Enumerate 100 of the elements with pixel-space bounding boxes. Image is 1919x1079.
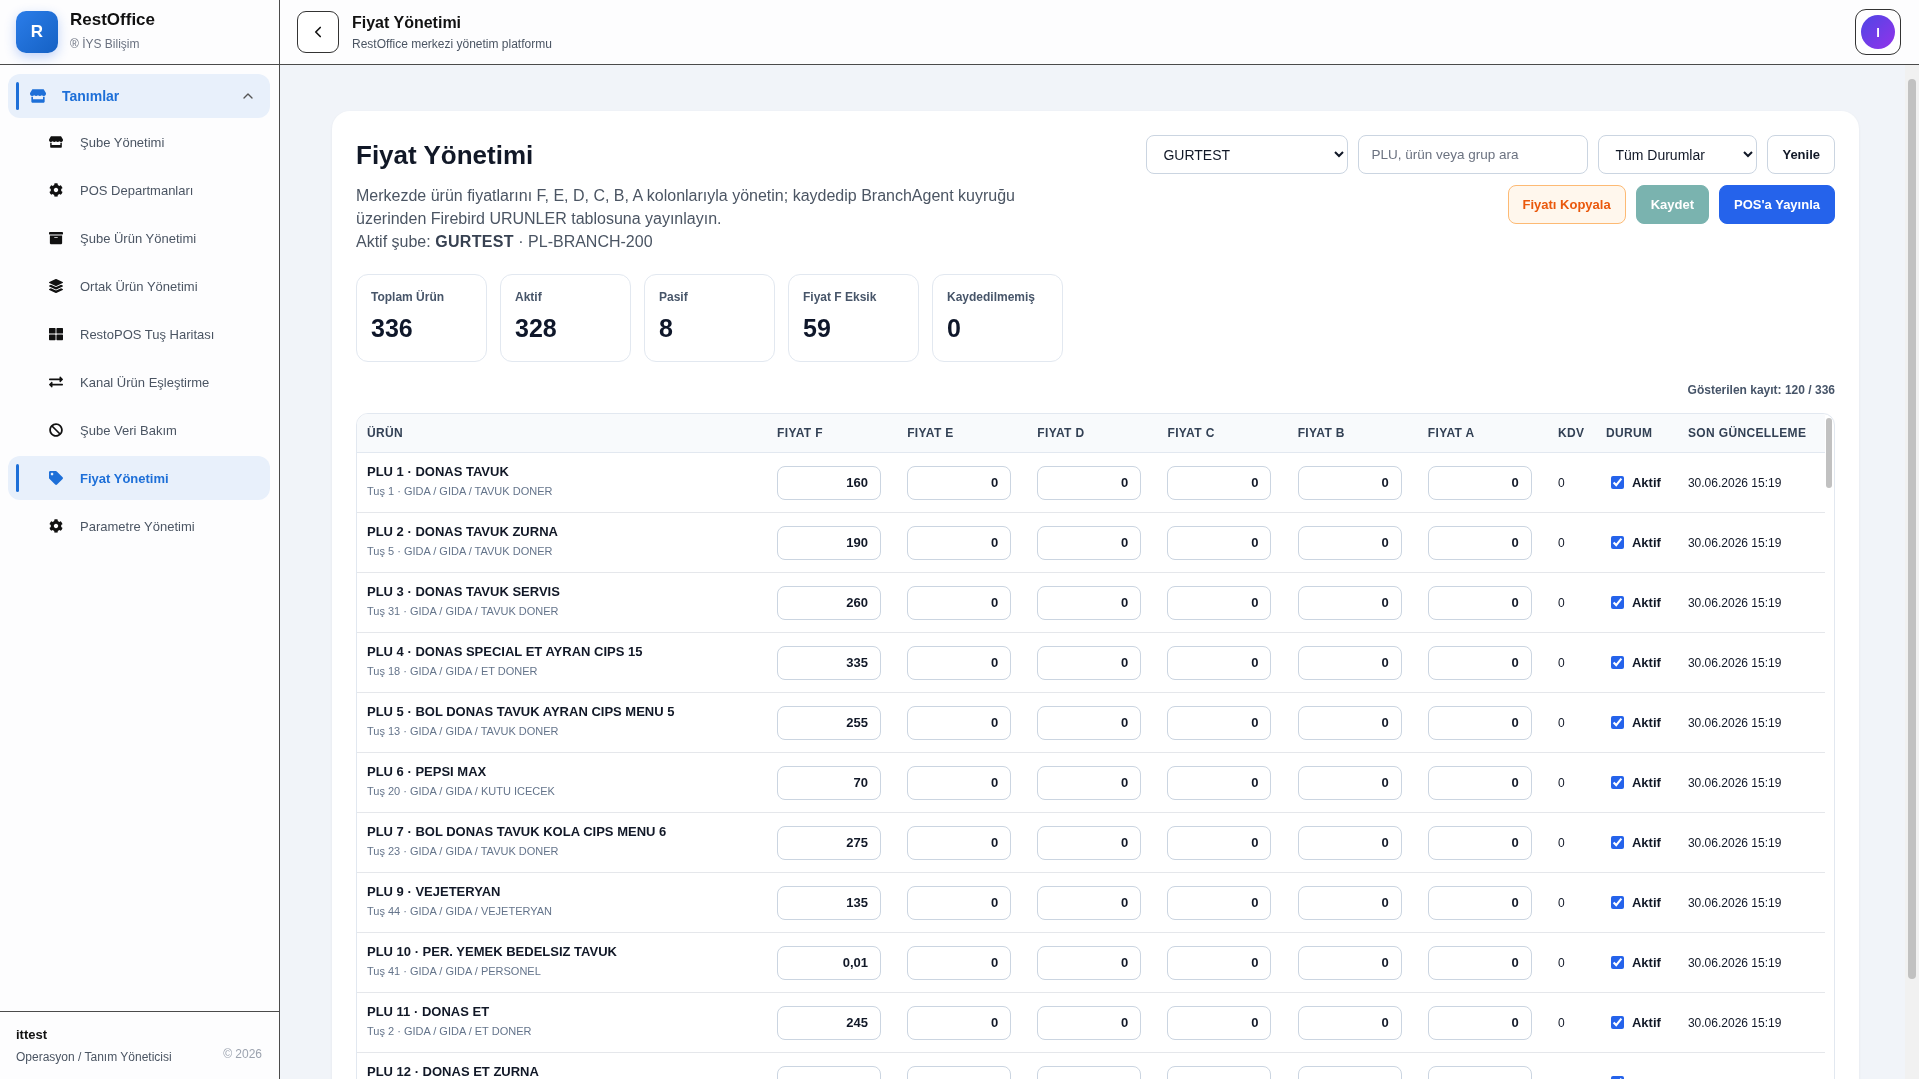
archive-box-icon: [49, 231, 63, 245]
price-input[interactable]: 0: [1297, 885, 1402, 920]
price-input[interactable]: 0: [1167, 1005, 1272, 1040]
product-name: PLU 4 · DONAS SPECIAL ET AYRAN CIPS 15: [367, 644, 644, 660]
price-input[interactable]: 0: [907, 1005, 1012, 1040]
price-input[interactable]: 260: [777, 585, 881, 620]
price-input[interactable]: 0: [1297, 645, 1402, 680]
price-input[interactable]: 0: [1427, 885, 1532, 920]
product-name: PLU 3 · DONAS TAVUK SERVIS: [367, 584, 561, 600]
price-input[interactable]: 0: [907, 945, 1012, 980]
nav-item[interactable]: RestoPOS Tuş Haritası: [8, 312, 270, 356]
price-input[interactable]: 135: [777, 885, 881, 920]
price-input[interactable]: 0: [1167, 585, 1272, 620]
price-input[interactable]: 0: [1297, 465, 1402, 500]
price-input[interactable]: 0: [1167, 645, 1272, 680]
price-input[interactable]: 245: [777, 1005, 881, 1040]
price-input[interactable]: 255: [777, 705, 881, 740]
nav-item[interactable]: Şube Ürün Yönetimi: [8, 216, 270, 260]
price-input[interactable]: 275: [777, 825, 881, 860]
price-input[interactable]: 0: [1167, 525, 1272, 560]
nav-item[interactable]: Parametre Yönetimi: [8, 504, 270, 548]
price-input[interactable]: 0: [1297, 945, 1402, 980]
price-input[interactable]: 0: [1037, 645, 1142, 680]
price-input[interactable]: 335: [777, 645, 881, 680]
status-checkbox[interactable]: [1610, 476, 1624, 489]
price-input[interactable]: 0: [1427, 705, 1532, 740]
price-input[interactable]: 0: [1297, 765, 1402, 800]
branch-select[interactable]: GURTEST: [1146, 135, 1349, 174]
search-field[interactable]: PLU, ürün veya grup ara: [1358, 135, 1589, 174]
nav-group[interactable]: Tanımlar: [8, 74, 270, 118]
status-checkbox[interactable]: [1610, 656, 1624, 669]
price-input[interactable]: 0: [1037, 525, 1142, 560]
back-button[interactable]: [297, 11, 339, 53]
price-input[interactable]: 0: [1037, 825, 1142, 860]
status-checkbox[interactable]: [1610, 776, 1624, 789]
price-input[interactable]: 0: [907, 705, 1012, 740]
price-input[interactable]: 0: [907, 585, 1012, 620]
price-input[interactable]: 0: [1427, 765, 1532, 800]
status-checkbox[interactable]: [1610, 716, 1624, 729]
price-input[interactable]: 0: [1037, 1005, 1142, 1040]
price-input[interactable]: 0: [1297, 705, 1402, 740]
price-input[interactable]: 0: [1167, 825, 1272, 860]
nav-item[interactable]: Fiyat Yönetimi: [8, 456, 270, 500]
price-input[interactable]: 0: [1167, 765, 1272, 800]
price-input[interactable]: 0: [1297, 525, 1402, 560]
nav-item[interactable]: Şube Veri Bakım: [8, 408, 270, 452]
price-input[interactable]: 0: [907, 825, 1012, 860]
status-checkbox[interactable]: [1610, 1016, 1624, 1029]
price-input[interactable]: 0: [1167, 705, 1272, 740]
price-input[interactable]: 0: [1037, 765, 1142, 800]
price-input[interactable]: 0: [1427, 825, 1532, 860]
page-scrollbar[interactable]: [1905, 65, 1919, 1079]
product-detail: Tuş 1 · GIDA / GIDA / TAVUK DONER: [367, 485, 554, 498]
nav-item[interactable]: Şube Yönetimi: [8, 120, 270, 164]
price-input[interactable]: 0: [907, 885, 1012, 920]
status-checkbox[interactable]: [1610, 596, 1624, 609]
price-input[interactable]: 0: [1297, 585, 1402, 620]
price-input[interactable]: 0: [907, 765, 1012, 800]
status-checkbox[interactable]: [1610, 896, 1624, 909]
store-icon: [30, 88, 46, 104]
refresh-button[interactable]: Yenile: [1767, 135, 1835, 174]
price-input[interactable]: 0: [1037, 585, 1142, 620]
price-input[interactable]: 190: [777, 525, 881, 560]
grid-icon: [49, 327, 63, 341]
action-button[interactable]: POS'a Yayınla: [1719, 185, 1835, 224]
status-select[interactable]: Tüm Durumlar: [1598, 135, 1758, 174]
price-input[interactable]: 0: [1167, 465, 1272, 500]
nav-item[interactable]: POS Departmanları: [8, 168, 270, 212]
price-input[interactable]: 0: [1037, 705, 1142, 740]
price-input[interactable]: 0: [907, 525, 1012, 560]
price-input[interactable]: 0: [1297, 1005, 1402, 1040]
nav-item[interactable]: Ortak Ürün Yönetimi: [8, 264, 270, 308]
price-input[interactable]: 0: [1167, 885, 1272, 920]
price-input[interactable]: 70: [777, 765, 881, 800]
layers-icon: [49, 279, 63, 293]
price-input[interactable]: 0: [1427, 1005, 1532, 1040]
product-name: PLU 5 · BOL DONAS TAVUK AYRAN CIPS MENU 5: [367, 704, 676, 720]
nav-item[interactable]: Kanal Ürün Eşleştirme: [8, 360, 270, 404]
updated-date: 30.06.2026 15:19: [1687, 835, 1782, 850]
product-name: PLU 2 · DONAS TAVUK ZURNA: [367, 524, 559, 540]
status-checkbox[interactable]: [1610, 956, 1624, 969]
price-input[interactable]: 0: [907, 645, 1012, 680]
status-checkbox[interactable]: [1610, 836, 1624, 849]
price-input[interactable]: 0: [1427, 585, 1532, 620]
price-input[interactable]: 0: [1427, 525, 1532, 560]
avatar-button[interactable]: I: [1855, 9, 1901, 55]
brand-subtitle: ® İYS Bilişim: [70, 37, 141, 51]
price-input[interactable]: 0: [1297, 825, 1402, 860]
price-input[interactable]: 0: [1427, 465, 1532, 500]
price-input[interactable]: 0: [1037, 885, 1142, 920]
price-input[interactable]: 0: [1427, 645, 1532, 680]
price-input[interactable]: 0: [1037, 465, 1142, 500]
price-input[interactable]: 160: [777, 465, 881, 500]
price-input[interactable]: 0,01: [777, 945, 881, 980]
column-header: DURUM: [1604, 426, 1654, 440]
status-checkbox[interactable]: [1610, 536, 1624, 549]
price-input[interactable]: 0: [1427, 945, 1532, 980]
price-input[interactable]: 0: [1037, 945, 1142, 980]
price-input[interactable]: 0: [907, 465, 1012, 500]
price-input[interactable]: 0: [1167, 945, 1272, 980]
